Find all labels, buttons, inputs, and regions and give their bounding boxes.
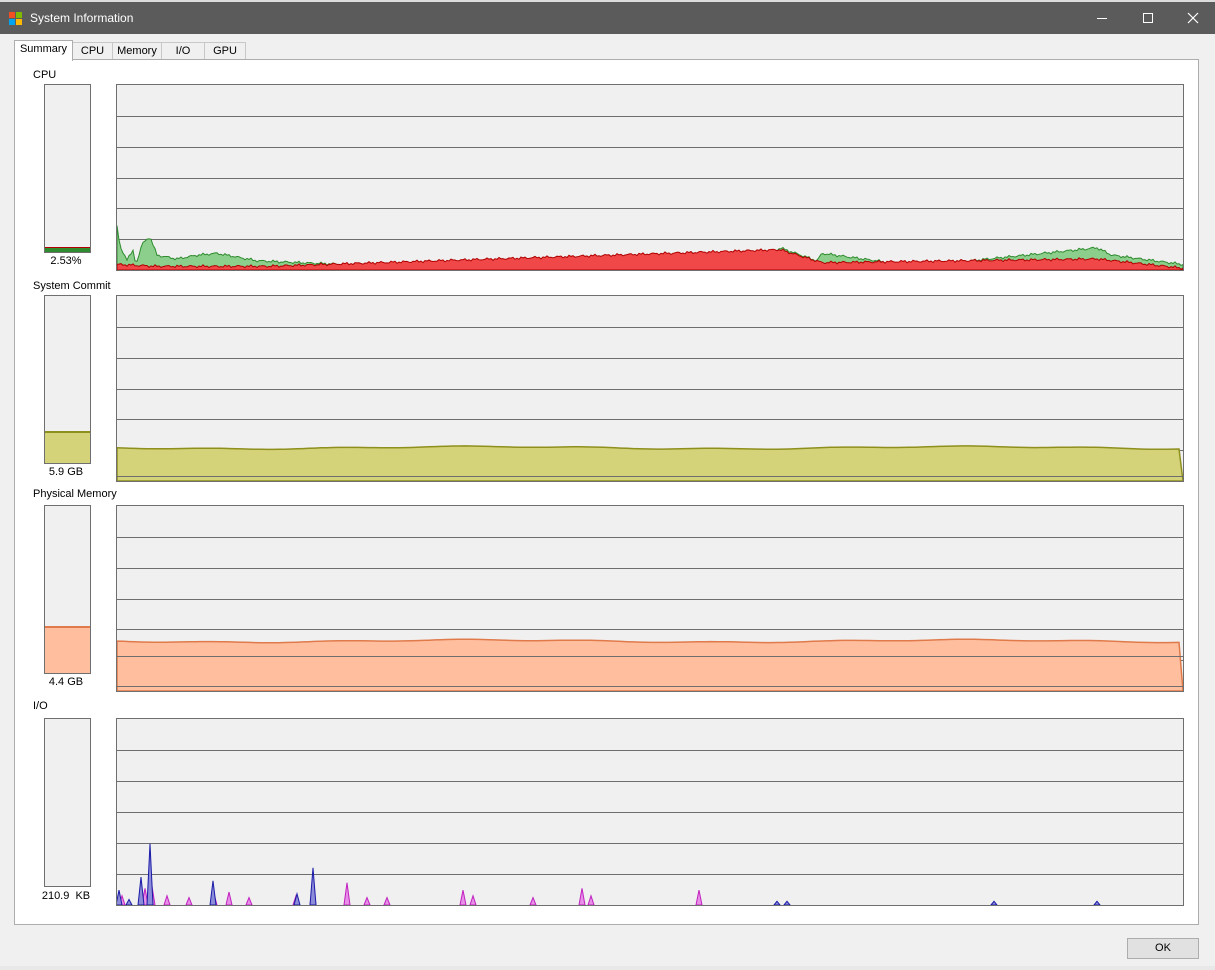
io-read-spike xyxy=(137,877,145,905)
io-read-spike xyxy=(309,867,317,905)
physical-memory-history-plot xyxy=(117,537,1183,691)
io-value: 210.9 KB xyxy=(41,890,91,902)
io-write-spike xyxy=(225,891,233,905)
commit-history-graph xyxy=(116,295,1184,482)
io-read-spike xyxy=(209,880,217,905)
commit-meter-fill xyxy=(45,430,90,463)
minimize-icon xyxy=(1097,18,1107,19)
ok-button[interactable]: OK xyxy=(1127,938,1199,959)
io-read-spike xyxy=(990,900,998,905)
io-write-spike xyxy=(459,890,467,905)
io-read-spike xyxy=(783,900,791,905)
io-write-spike xyxy=(469,894,477,905)
commit-value: 5.9 GB xyxy=(48,466,84,478)
io-write-spike xyxy=(363,896,371,905)
maximize-icon xyxy=(1143,13,1153,23)
io-write-spike xyxy=(578,888,586,905)
commit-series xyxy=(117,445,1183,481)
io-write-spike xyxy=(185,896,193,905)
title-bar[interactable]: System Information xyxy=(0,2,1215,34)
commit-history-plot xyxy=(117,327,1183,481)
io-history-graph xyxy=(116,718,1184,906)
tab-cpu[interactable]: CPU xyxy=(72,42,113,60)
tab-gpu[interactable]: GPU xyxy=(204,42,246,60)
maximize-button[interactable] xyxy=(1125,2,1171,34)
tab-summary[interactable]: Summary xyxy=(14,40,73,61)
io-write-spike xyxy=(587,894,595,905)
window-bottom-edge xyxy=(0,966,1215,970)
cpu-value: 2.53% xyxy=(50,255,82,267)
io-write-spike xyxy=(245,896,253,905)
close-icon xyxy=(1187,12,1199,24)
physical-memory-series xyxy=(117,638,1183,691)
tab-io[interactable]: I/O xyxy=(161,42,205,60)
cpu-kernel-series xyxy=(117,248,1183,270)
io-write-spike xyxy=(529,896,537,905)
io-write-spike xyxy=(343,882,351,905)
io-write-spike xyxy=(383,896,391,905)
commit-section-label: System Commit xyxy=(33,280,111,292)
io-write-spike xyxy=(163,894,171,905)
minimize-button[interactable] xyxy=(1079,2,1125,34)
io-history-plot xyxy=(117,750,1183,905)
physical-memory-meter-fill xyxy=(45,625,90,673)
close-button[interactable] xyxy=(1170,2,1215,34)
io-meter xyxy=(44,718,91,887)
physical-memory-meter xyxy=(44,505,91,674)
system-information-icon xyxy=(8,10,24,26)
physical-section-label: Physical Memory xyxy=(33,488,117,500)
io-read-spike xyxy=(125,898,133,905)
io-section-label: I/O xyxy=(33,700,48,712)
io-read-spike xyxy=(773,900,781,905)
io-read-spike xyxy=(1093,900,1101,905)
cpu-section-label: CPU xyxy=(33,69,57,81)
cpu-history-graph xyxy=(116,84,1184,271)
io-write-spike xyxy=(695,890,703,905)
physical-memory-history-graph xyxy=(116,505,1184,692)
cpu-meter-fill xyxy=(45,246,90,252)
cpu-history-plot xyxy=(117,116,1183,270)
physical-memory-value: 4.4 GB xyxy=(48,676,84,688)
tab-memory[interactable]: Memory xyxy=(112,42,162,60)
commit-meter xyxy=(44,295,91,464)
cpu-meter xyxy=(44,84,91,253)
window-title: System Information xyxy=(30,11,134,25)
